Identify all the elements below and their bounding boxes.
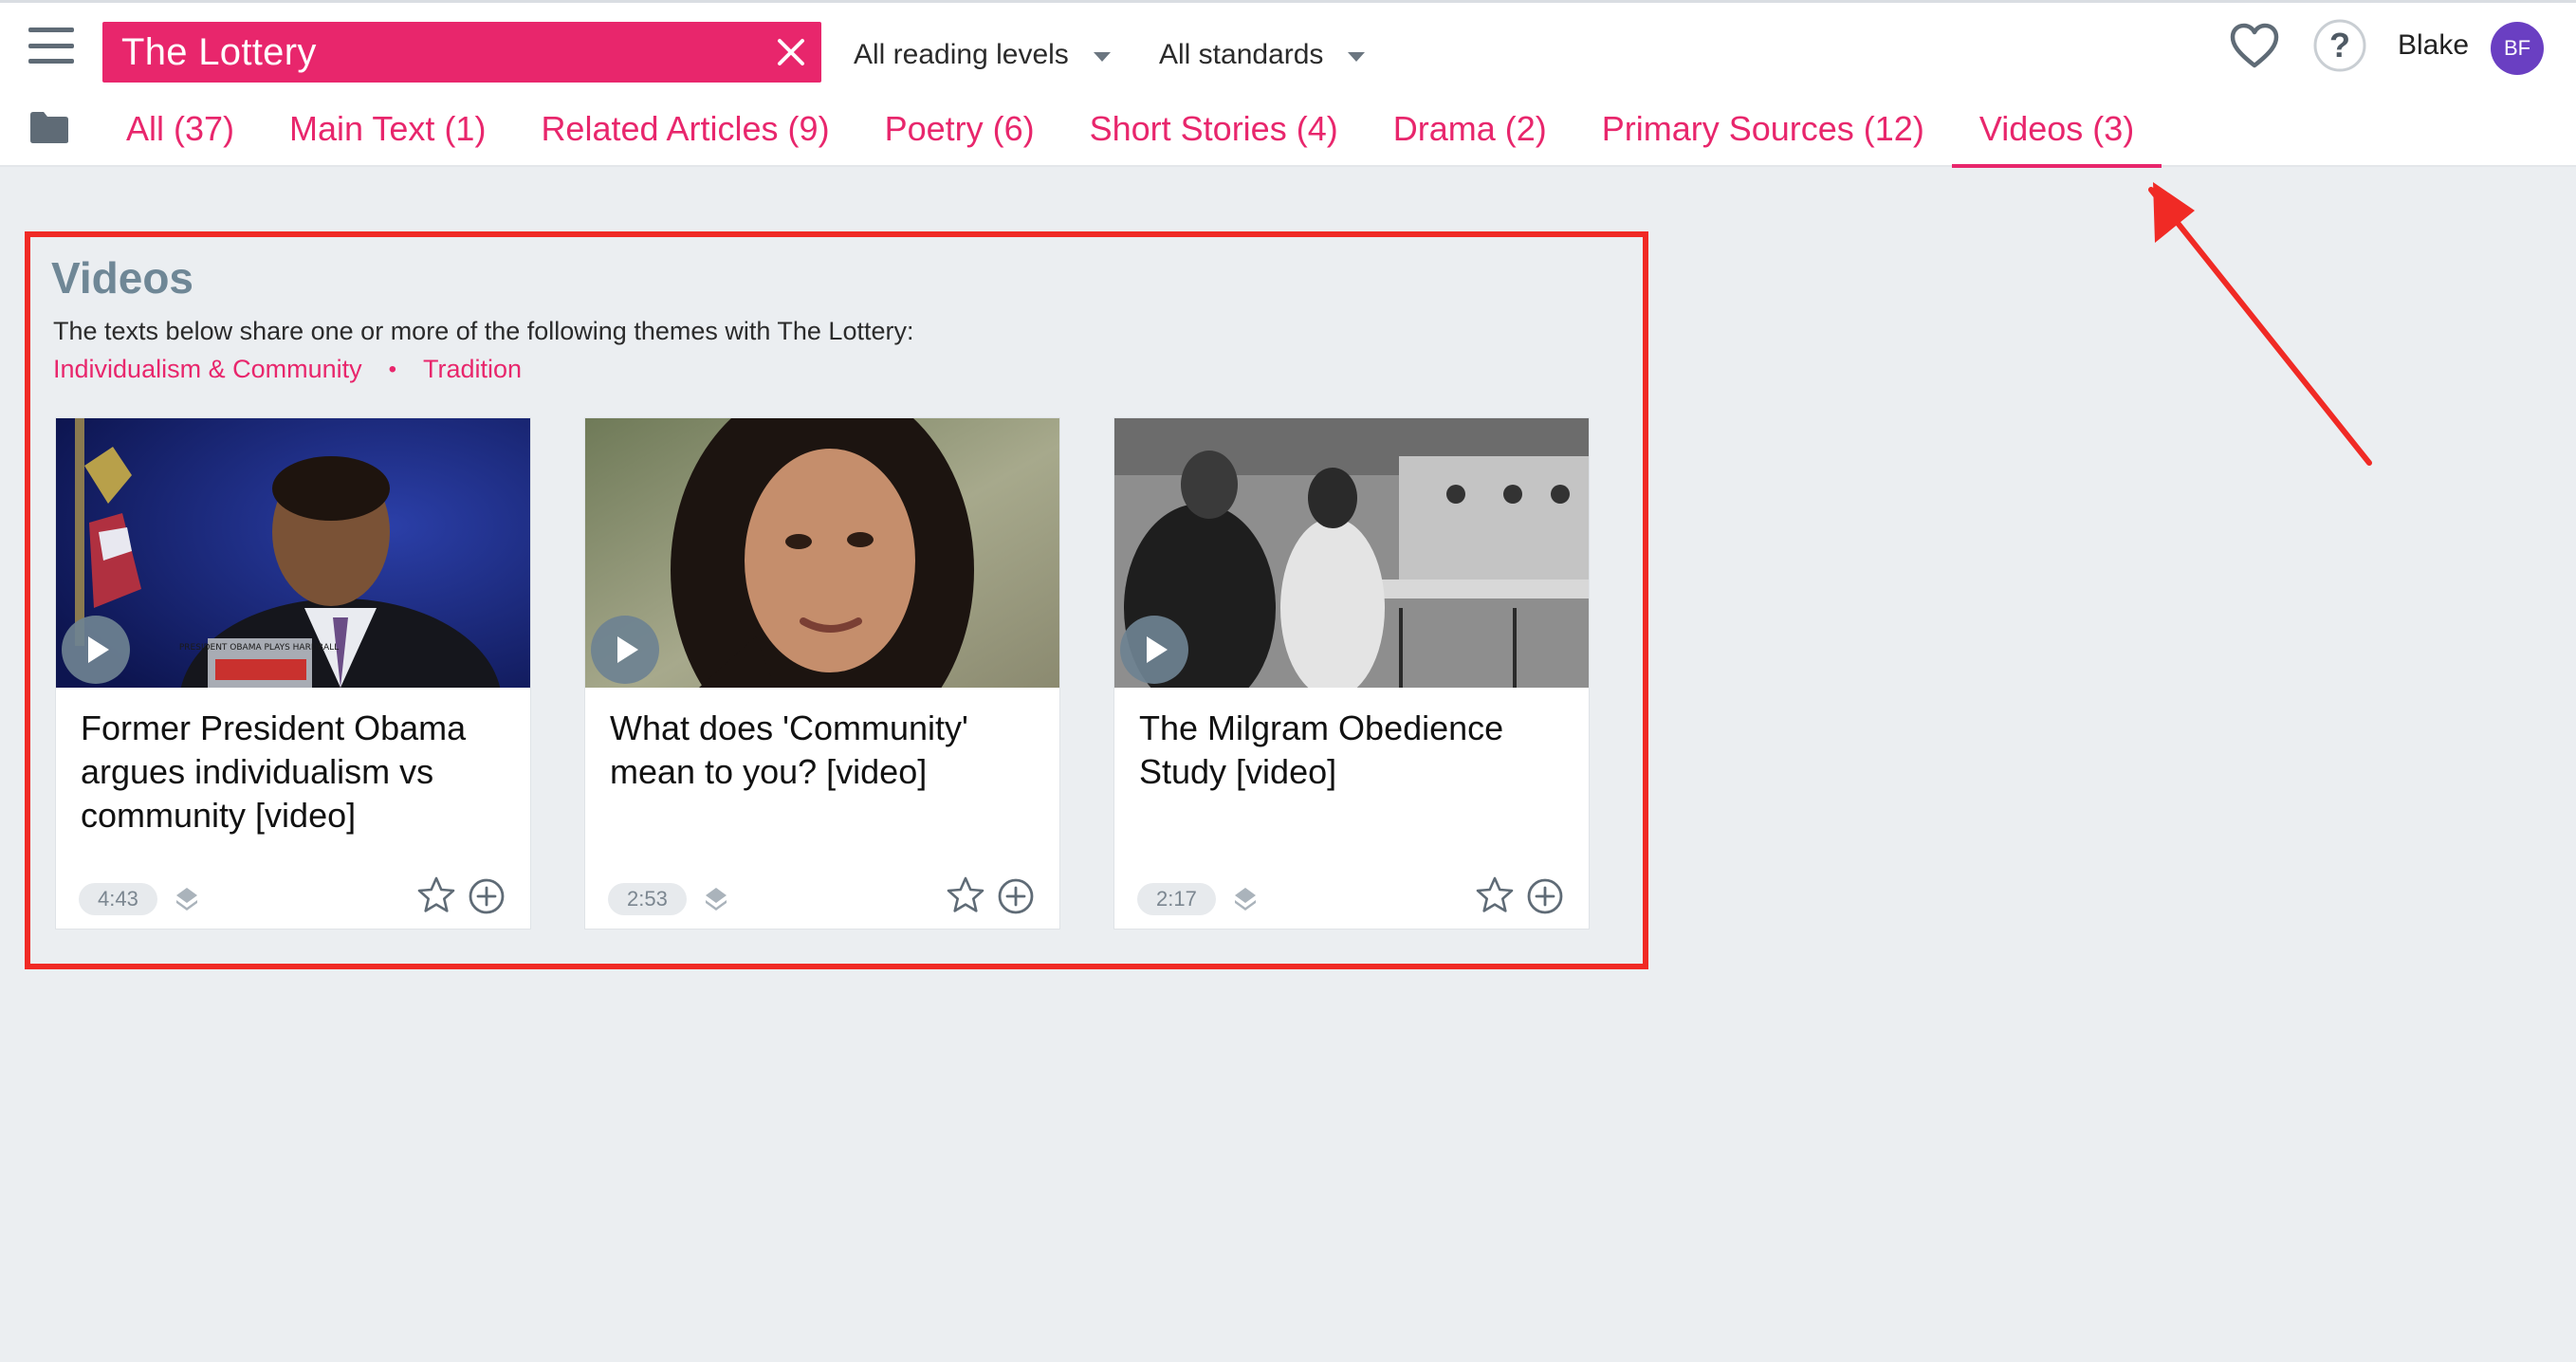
tab-short-stories[interactable]: Short Stories (4) [1062,101,1366,160]
chevron-down-icon [1348,52,1366,62]
avatar[interactable]: BF [2491,22,2544,75]
tab-main-text[interactable]: Main Text (1) [262,101,513,160]
tab-primary-sources[interactable]: Primary Sources (12) [1574,101,1952,160]
tab-all[interactable]: All (37) [99,101,262,160]
tab-videos[interactable]: Videos (3) [1951,101,2162,168]
tab-poetry[interactable]: Poetry (6) [857,101,1062,160]
theme-list: Individualism & Community • Tradition [53,355,522,384]
standards-dropdown[interactable]: All standards [1159,31,1366,79]
annotation-arrow [2148,182,2372,466]
search-input[interactable]: The Lottery [102,22,821,83]
duration-badge: 2:53 [608,883,687,915]
heart-icon[interactable] [2228,20,2281,73]
video-title[interactable]: Former President Obama argues individual… [81,707,517,837]
top-bar: The Lottery All reading levels All stand… [0,0,2576,170]
duration-badge: 2:17 [1137,883,1216,915]
videos-section: Videos The texts below share one or more… [25,231,1648,969]
star-icon[interactable] [946,875,985,915]
section-title: Videos [51,253,193,303]
plus-circle-icon[interactable] [997,877,1035,915]
tab-related-articles[interactable]: Related Articles (9) [513,101,856,160]
chevron-down-icon [1093,52,1111,62]
theme-separator: • [388,356,397,382]
video-card[interactable]: The Milgram Obedience Study [video] 2:17 [1113,417,1590,929]
video-title[interactable]: What does 'Community' mean to you? [vide… [610,707,1046,794]
plus-circle-icon[interactable] [1526,877,1564,915]
plus-circle-icon[interactable] [468,877,506,915]
search-value[interactable]: The Lottery [102,31,761,74]
section-description: The texts below share one or more of the… [53,317,914,345]
help-icon[interactable]: ? [2312,18,2367,73]
video-card[interactable]: What does 'Community' mean to you? [vide… [584,417,1060,929]
standards-label: All standards [1159,39,1324,70]
reading-levels-dropdown[interactable]: All reading levels [854,31,1111,79]
video-title[interactable]: The Milgram Obedience Study [video] [1139,707,1575,794]
thumb-caption: PRESIDENT OBAMA PLAYS HARDBALL [179,643,339,653]
menu-icon[interactable] [28,28,74,64]
category-tabs: All (37) Main Text (1) Related Articles … [99,101,2162,170]
duration-badge: 4:43 [79,883,157,915]
layers-icon [176,888,197,911]
star-icon[interactable] [416,875,456,915]
layers-icon [706,888,727,911]
play-icon[interactable] [1120,616,1188,684]
user-name[interactable]: Blake [2398,29,2469,62]
reading-levels-label: All reading levels [854,39,1069,70]
star-icon[interactable] [1475,875,1515,915]
video-card[interactable]: PRESIDENT OBAMA PLAYS HARDBALL Former Pr… [55,417,531,929]
play-icon[interactable] [62,616,130,684]
svg-text:?: ? [2329,26,2350,64]
tab-drama[interactable]: Drama (2) [1366,101,1574,160]
theme-link-individualism[interactable]: Individualism & Community [53,355,362,384]
folder-icon[interactable] [28,109,70,145]
close-icon[interactable] [761,22,821,83]
theme-link-tradition[interactable]: Tradition [423,355,522,384]
layers-icon [1235,888,1256,911]
play-icon[interactable] [591,616,659,684]
